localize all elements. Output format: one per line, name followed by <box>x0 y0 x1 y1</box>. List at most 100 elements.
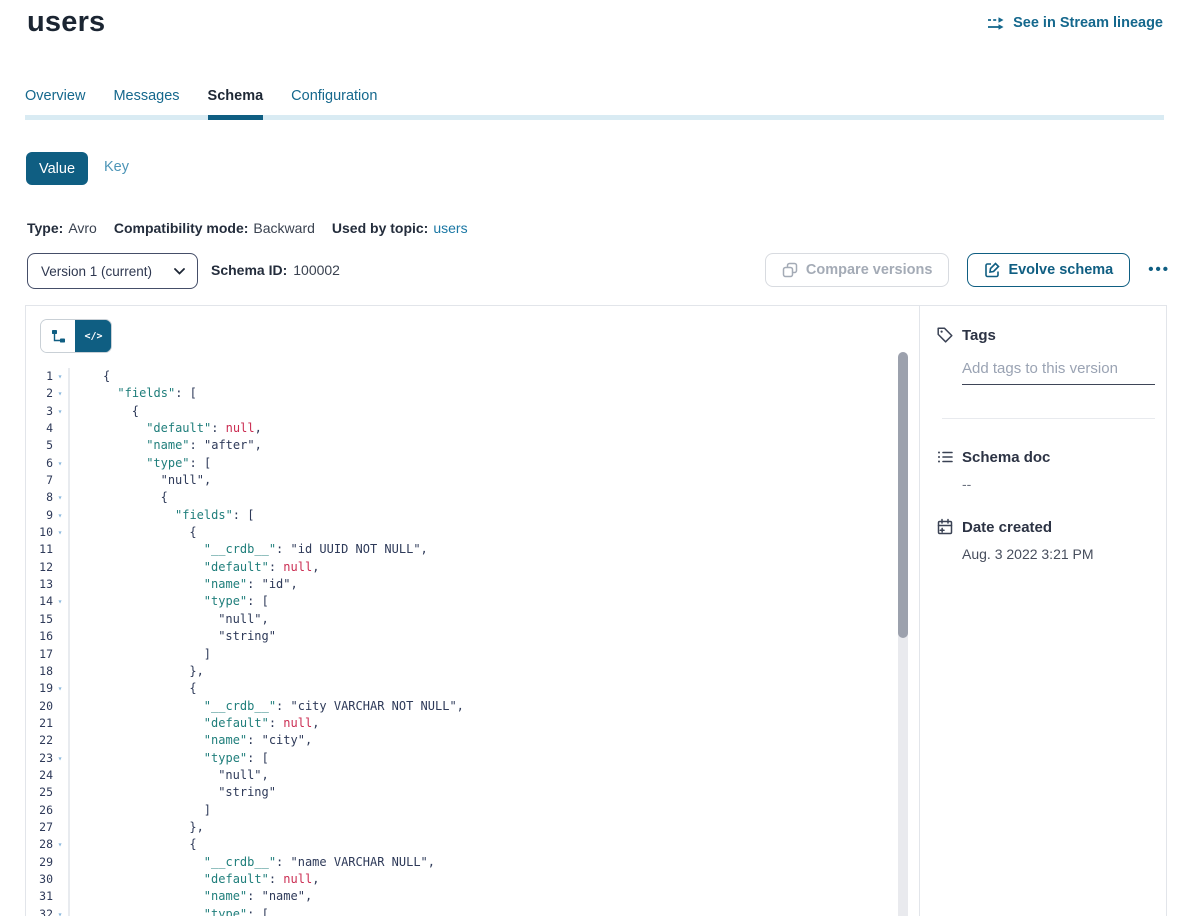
code-line: 13"name": "id", <box>26 576 919 593</box>
code-token-p: , <box>312 872 319 886</box>
code-token-p: , <box>262 768 269 782</box>
schema-id-value: 100002 <box>293 262 340 278</box>
gutter-separator <box>68 368 70 916</box>
code-token-p: : [ <box>175 386 197 400</box>
collapse-caret-icon[interactable]: ▾ <box>53 507 67 524</box>
code-view-button[interactable]: </> <box>76 320 111 352</box>
code-token-k: "type" <box>204 751 247 765</box>
code-line: 1▾{ <box>26 368 919 385</box>
code-line-content: "type": [ <box>67 750 269 767</box>
code-token-k: "type" <box>204 594 247 608</box>
code-line-content: "type": [ <box>67 906 269 916</box>
code-line: 26] <box>26 802 919 819</box>
compare-versions-button[interactable]: Compare versions <box>765 253 950 287</box>
code-line-content: "null", <box>67 472 211 489</box>
code-line-content: "__crdb__": "city VARCHAR NOT NULL", <box>67 698 464 715</box>
compare-versions-label: Compare versions <box>806 262 933 278</box>
schema-page: users See in Stream lineage Overview Mess… <box>0 0 1189 916</box>
code-line-content: "type": [ <box>67 593 269 610</box>
code-token-s: "name VARCHAR NULL" <box>291 855 428 869</box>
code-line: 24"null", <box>26 767 919 784</box>
code-token-p: : <box>269 716 283 730</box>
tags-heading-label: Tags <box>962 327 996 344</box>
schema-id: Schema ID: 100002 <box>211 262 340 278</box>
line-number: 14 <box>26 593 53 610</box>
tab-overview[interactable]: Overview <box>25 88 85 114</box>
caret-spacer <box>53 819 67 836</box>
tab-list: Overview Messages Schema Configuration <box>25 88 1164 114</box>
code-token-k: "default" <box>204 560 269 574</box>
collapse-caret-icon[interactable]: ▾ <box>53 750 67 767</box>
code-line: 28▾{ <box>26 836 919 853</box>
code-line: 19▾{ <box>26 680 919 697</box>
code-token-p: { <box>189 525 196 539</box>
code-token-k: "name" <box>204 889 247 903</box>
collapse-caret-icon[interactable]: ▾ <box>53 403 67 420</box>
collapse-caret-icon[interactable]: ▾ <box>53 455 67 472</box>
collapse-caret-icon[interactable]: ▾ <box>53 836 67 853</box>
type-pair: Type: Avro <box>27 220 97 236</box>
tree-view-icon <box>51 329 66 344</box>
used-by-topic-label: Used by topic: <box>332 220 428 236</box>
code-token-p: : <box>211 421 225 435</box>
tag-icon <box>936 326 954 344</box>
code-editor[interactable]: 1▾{2▾"fields": [3▾{4"default": null,5"na… <box>26 368 919 916</box>
code-line-content: "null", <box>67 767 269 784</box>
line-number: 13 <box>26 576 53 593</box>
evolve-schema-icon <box>984 262 1000 278</box>
line-number: 2 <box>26 385 53 402</box>
tree-view-button[interactable] <box>41 320 76 352</box>
more-options-button[interactable]: ••• <box>1148 253 1170 287</box>
code-token-p: { <box>161 490 168 504</box>
collapse-caret-icon[interactable]: ▾ <box>53 368 67 385</box>
code-token-k: "__crdb__" <box>204 855 276 869</box>
code-token-s: "null" <box>161 473 204 487</box>
code-scrollbar-thumb[interactable] <box>898 352 908 638</box>
see-in-stream-lineage-link[interactable]: See in Stream lineage <box>987 15 1163 31</box>
caret-spacer <box>53 576 67 593</box>
code-token-p: { <box>189 681 196 695</box>
collapse-caret-icon[interactable]: ▾ <box>53 524 67 541</box>
code-line: 17] <box>26 646 919 663</box>
version-select[interactable]: Version 1 (current) <box>27 253 198 289</box>
code-scrollbar-track[interactable] <box>898 352 908 916</box>
collapse-caret-icon[interactable]: ▾ <box>53 593 67 610</box>
code-line: 16"string" <box>26 628 919 645</box>
chevron-down-icon <box>174 268 185 275</box>
collapse-caret-icon[interactable]: ▾ <box>53 906 67 916</box>
tab-configuration[interactable]: Configuration <box>291 88 377 114</box>
tags-input[interactable] <box>962 360 1155 385</box>
code-token-p: , <box>255 438 262 452</box>
code-line-content: { <box>67 524 197 541</box>
code-token-s: "null" <box>218 612 261 626</box>
code-token-p: : <box>276 699 290 713</box>
code-line-content: { <box>67 836 197 853</box>
line-number: 31 <box>26 888 53 905</box>
caret-spacer <box>53 698 67 715</box>
tab-schema[interactable]: Schema <box>208 88 264 114</box>
line-number: 21 <box>26 715 53 732</box>
collapse-caret-icon[interactable]: ▾ <box>53 680 67 697</box>
collapse-caret-icon[interactable]: ▾ <box>53 385 67 402</box>
evolve-schema-button[interactable]: Evolve schema <box>967 253 1130 287</box>
code-token-s: "id UUID NOT NULL" <box>291 542 421 556</box>
code-line-content: "default": null, <box>67 420 262 437</box>
code-line: 5"name": "after", <box>26 437 919 454</box>
code-token-p: : [ <box>247 751 269 765</box>
code-line: 31"name": "name", <box>26 888 919 905</box>
code-line: 29"__crdb__": "name VARCHAR NULL", <box>26 854 919 871</box>
value-toggle-button[interactable]: Value <box>26 152 88 185</box>
sidebar-divider <box>942 418 1155 419</box>
caret-spacer <box>53 732 67 749</box>
code-token-u: null <box>283 872 312 886</box>
key-toggle-link[interactable]: Key <box>104 159 129 175</box>
code-token-p: , <box>255 421 262 435</box>
code-token-p: : <box>269 872 283 886</box>
tab-messages[interactable]: Messages <box>113 88 179 114</box>
code-token-s: "string" <box>218 785 276 799</box>
code-line-content: "type": [ <box>67 455 211 472</box>
line-number: 10 <box>26 524 53 541</box>
topic-link[interactable]: users <box>433 220 467 236</box>
code-token-p: }, <box>189 664 203 678</box>
collapse-caret-icon[interactable]: ▾ <box>53 489 67 506</box>
